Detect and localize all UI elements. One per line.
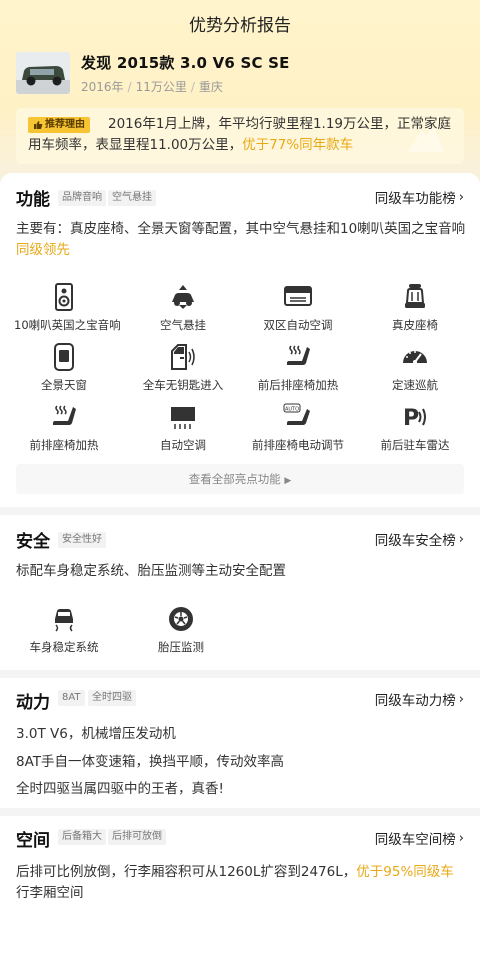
car-year: 2016年 <box>81 80 124 94</box>
features-section: 功能 品牌音响 空气悬挂 同级车功能榜 › 主要有：真皮座椅、全景天窗等配置，其中… <box>0 173 480 507</box>
feature-air-suspension[interactable]: 空气悬挂 <box>133 283 233 333</box>
car-name: 发现 2015款 3.0 V6 SC SE <box>81 54 290 72</box>
recommendation-text: 2016年1月上牌，年平均行驶里程1.19万公里，正常家庭用车频率，表显里程11… <box>28 114 464 156</box>
space-desc-tail: 行李厢空间 <box>16 885 84 901</box>
feature-label: 前排座椅加热 <box>29 438 99 452</box>
feature-sunroof[interactable]: 全景天窗 <box>14 343 114 393</box>
feature-label: 全景天窗 <box>41 378 87 392</box>
space-rank-link[interactable]: 同级车空间榜 › <box>374 828 464 849</box>
car-city: 重庆 <box>198 80 223 94</box>
car-thumbnail[interactable] <box>16 52 70 94</box>
features-desc-main: 主要有：真皮座椅、全景天窗等配置，其中空气悬挂和10喇叭英国之宝音响 <box>16 221 466 237</box>
feature-label: 10喇叭英国之宝音响 <box>14 318 121 332</box>
thumbs-up-icon <box>34 121 43 129</box>
features-desc-highlight: 同级领先 <box>16 242 70 258</box>
safety-rank-link[interactable]: 同级车安全榜 › <box>374 529 464 550</box>
feature-label: 前后驻车雷达 <box>380 438 450 452</box>
auto-ac-icon <box>171 407 195 429</box>
feature-auto-ac[interactable]: 自动空调 <box>133 403 233 453</box>
seat-heating-icon <box>287 345 310 365</box>
space-rank-label: 同级车空间榜 <box>374 832 456 848</box>
space-tag-trunk: 后备箱大 <box>58 829 106 845</box>
feature-label: 双区自动空调 <box>263 318 333 332</box>
space-desc-highlight: 优于95%同级车 <box>356 864 454 880</box>
car-mileage: 11万公里 <box>135 80 187 94</box>
safety-rank-label: 同级车安全榜 <box>374 533 456 549</box>
recommendation-badge: 推荐理由 <box>28 117 90 133</box>
power-section: 动力 8AT 全时四驱 同级车动力榜 › 3.0T V6，机械增压发动机 8AT手… <box>0 678 480 808</box>
power-rank-label: 同级车动力榜 <box>374 693 456 709</box>
feature-label: 全车无钥匙进入 <box>142 378 224 392</box>
recommendation-highlight: 优于77%同年款车 <box>242 137 354 153</box>
safety-title: 安全 <box>16 532 50 552</box>
space-tag-fold-seats: 后排可放倒 <box>108 829 166 845</box>
safety-desc: 标配车身稳定系统、胎压监测等主动安全配置 <box>16 563 286 579</box>
features-rank-link[interactable]: 同级车功能榜 › <box>374 187 464 208</box>
keyless-entry-icon <box>171 344 195 370</box>
safety-label: 胎压监测 <box>158 640 204 654</box>
power-line-4wd: 全时四驱当属四驱中的王者，真香! <box>16 781 224 797</box>
feature-leather-seat[interactable]: 真皮座椅 <box>365 283 465 333</box>
features-title: 功能 <box>16 190 50 210</box>
svg-text:P: P <box>403 406 419 431</box>
safety-section: 安全 安全性好 同级车安全榜 › 标配车身稳定系统、胎压监测等主动安全配置 车身稳… <box>0 515 480 670</box>
chevron-right-icon: › <box>458 189 464 205</box>
feature-dual-zone-ac[interactable]: 双区自动空调 <box>248 283 348 333</box>
feature-power-seat[interactable]: AUTO 前排座椅电动调节 <box>248 403 348 453</box>
recommendation-card: 2016年1月上牌，年平均行驶里程1.19万公里，正常家庭用车频率，表显里程11… <box>16 108 464 164</box>
parking-radar-icon: P <box>403 406 426 431</box>
feature-cruise-control[interactable]: 定速巡航 <box>365 343 465 393</box>
chevron-right-icon: › <box>458 830 464 846</box>
feature-label: 前后排座椅加热 <box>257 378 339 392</box>
power-line-engine: 3.0T V6，机械增压发动机 <box>16 726 176 742</box>
leather-seat-icon <box>405 284 425 308</box>
features-desc: 主要有：真皮座椅、全景天窗等配置，其中空气悬挂和10喇叭英国之宝音响 同级领先 <box>16 219 466 261</box>
features-rank-label: 同级车功能榜 <box>374 191 456 207</box>
car-meta: 2016年/11万公里 / 重庆 <box>81 80 223 94</box>
space-section: 空间 后备箱大 后排可放倒 同级车空间榜 › 后排可比例放倒，行李厢容积可从126… <box>0 816 480 959</box>
speaker-icon <box>55 283 73 311</box>
chevron-right-icon: › <box>458 531 464 547</box>
view-all-features-button[interactable]: 查看全部亮点功能 ▶ <box>16 464 464 494</box>
cruise-control-icon <box>403 351 427 364</box>
stability-control-icon <box>55 609 73 632</box>
air-suspension-icon <box>172 285 194 309</box>
panoramic-sunroof-icon <box>54 343 74 371</box>
recommendation-badge-label: 推荐理由 <box>45 119 85 130</box>
space-desc-main: 后排可比例放倒，行李厢容积可从1260L扩容到2476L， <box>16 864 357 880</box>
feature-label: 前排座椅电动调节 <box>252 438 344 452</box>
power-title: 动力 <box>16 693 50 713</box>
feature-label: 自动空调 <box>160 438 206 452</box>
power-tag-transmission: 8AT <box>58 690 85 706</box>
feature-parking-radar[interactable]: P 前后驻车雷达 <box>365 403 465 453</box>
feature-keyless-entry[interactable]: 全车无钥匙进入 <box>133 343 233 393</box>
power-line-gearbox: 8AT手自一体变速箱，换挡平顺，传动效率高 <box>16 754 285 770</box>
feature-label: 真皮座椅 <box>392 318 438 332</box>
view-all-features-label: 查看全部亮点功能 <box>188 472 281 486</box>
power-rank-link[interactable]: 同级车动力榜 › <box>374 689 464 710</box>
features-tag-suspension: 空气悬挂 <box>108 190 156 206</box>
svg-text:AUTO: AUTO <box>285 407 299 413</box>
feature-seat-heating[interactable]: 前后排座椅加热 <box>248 343 348 393</box>
recommendation-main: 2016年1月上牌，年平均行驶里程1.19万公里，正常家庭用车频率，表显里程11… <box>28 116 452 153</box>
front-seat-heating-icon <box>53 405 76 425</box>
triangle-right-icon: ▶ <box>284 476 292 486</box>
power-tag-drivetrain: 全时四驱 <box>88 690 136 706</box>
feature-speaker[interactable]: 10喇叭英国之宝音响 <box>14 283 121 333</box>
feature-label: 定速巡航 <box>392 378 438 392</box>
feature-label: 空气悬挂 <box>160 318 206 332</box>
tire-pressure-icon <box>169 607 193 631</box>
safety-tag: 安全性好 <box>58 532 106 548</box>
chevron-right-icon: › <box>458 691 464 707</box>
page-title: 优势分析报告 <box>189 16 291 36</box>
safety-label: 车身稳定系统 <box>29 640 99 654</box>
features-tag-audio: 品牌音响 <box>58 190 106 206</box>
dual-zone-ac-icon <box>284 286 312 306</box>
power-seat-icon: AUTO <box>283 403 310 425</box>
safety-stability-control[interactable]: 车身稳定系统 <box>14 605 114 655</box>
space-title: 空间 <box>16 831 50 851</box>
space-desc: 后排可比例放倒，行李厢容积可从1260L扩容到2476L，优于95%同级车行李厢… <box>16 862 466 904</box>
safety-tire-pressure[interactable]: 胎压监测 <box>131 605 231 655</box>
feature-front-seat-heating[interactable]: 前排座椅加热 <box>14 403 114 453</box>
